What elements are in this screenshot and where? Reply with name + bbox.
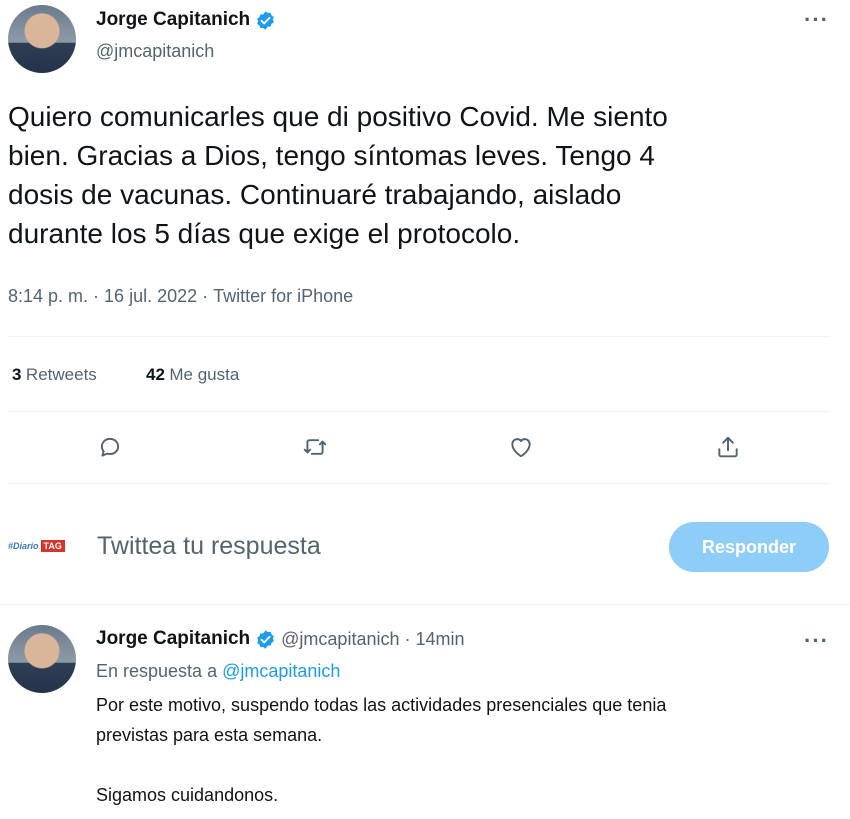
divider: [8, 483, 830, 484]
verified-badge-icon: [255, 629, 276, 650]
divider: [8, 336, 830, 337]
tweet-source[interactable]: Twitter for iPhone: [213, 286, 353, 307]
reply-line: Por este motivo, suspendo todas las acti…: [96, 695, 667, 715]
tweet-time[interactable]: 8:14 p. m.: [8, 286, 88, 307]
more-options-icon[interactable]: ···: [804, 7, 829, 33]
author-handle[interactable]: @jmcapitanich: [96, 41, 214, 62]
tweet-line: durante los 5 días que exige el protocol…: [8, 218, 521, 249]
reply-submit-button[interactable]: Responder: [669, 522, 829, 572]
logo-tag: TAG: [40, 540, 65, 552]
tweet-meta: 8:14 p. m. · 16 jul. 2022 · Twitter for …: [8, 286, 353, 307]
retweet-button[interactable]: [302, 434, 328, 465]
reply-author-name[interactable]: Jorge Capitanich: [96, 628, 250, 650]
share-icon: [718, 436, 738, 458]
reply-icon: [100, 437, 120, 457]
tweet-line: dosis de vacunas. Continuaré trabajando,…: [8, 179, 622, 210]
retweets-label: Retweets: [25, 365, 97, 384]
reply-line: previstas para esta semana.: [96, 725, 323, 745]
divider: [0, 604, 850, 605]
heart-icon: [511, 438, 531, 458]
reply-header: Jorge Capitanich @jmcapitanich · 14min: [96, 628, 465, 650]
reply-time[interactable]: 14min: [415, 629, 464, 650]
like-button[interactable]: [508, 434, 534, 465]
user-logo-avatar: #Diario TAG: [8, 540, 65, 552]
reply-author-handle[interactable]: @jmcapitanich: [281, 629, 399, 650]
meta-separator: ·: [404, 628, 411, 649]
tweet-text: Quiero comunicarles que di positivo Covi…: [8, 97, 843, 253]
reply-line: Sigamos cuidandonos.: [96, 785, 279, 805]
author-name[interactable]: Jorge Capitanich: [96, 9, 250, 31]
reply-input[interactable]: Twittea tu respuesta: [97, 532, 321, 561]
more-options-icon[interactable]: ···: [804, 628, 829, 654]
reply-author-avatar[interactable]: [8, 625, 76, 693]
reply-button[interactable]: [97, 434, 123, 465]
likes-count: 42: [146, 365, 165, 384]
divider: [8, 411, 830, 412]
in-reply-handle-link[interactable]: @jmcapitanich: [222, 661, 340, 681]
retweet-icon: [303, 439, 327, 455]
verified-badge-icon: [255, 10, 276, 31]
author-name-row[interactable]: Jorge Capitanich: [96, 9, 276, 31]
tweet-line: Quiero comunicarles que di positivo Covi…: [8, 101, 668, 132]
meta-separator: ·: [202, 286, 209, 306]
tweet-line: bien. Gracias a Dios, tengo síntomas lev…: [8, 140, 655, 171]
in-reply-prefix: En respuesta a: [96, 661, 218, 681]
likes-label: Me gusta: [169, 365, 240, 384]
logo-text: #Diario: [8, 541, 39, 551]
tweet-date[interactable]: 16 jul. 2022: [104, 286, 197, 307]
author-avatar[interactable]: [8, 5, 76, 73]
meta-separator: ·: [93, 286, 100, 306]
share-button[interactable]: [715, 434, 741, 465]
likes-stat[interactable]: 42 Me gusta: [146, 365, 239, 385]
retweets-stat[interactable]: 3 Retweets: [12, 365, 97, 385]
in-reply-to: En respuesta a @jmcapitanich: [96, 661, 340, 682]
retweets-count: 3: [12, 365, 22, 384]
reply-text: Por este motivo, suspendo todas las acti…: [96, 690, 836, 810]
